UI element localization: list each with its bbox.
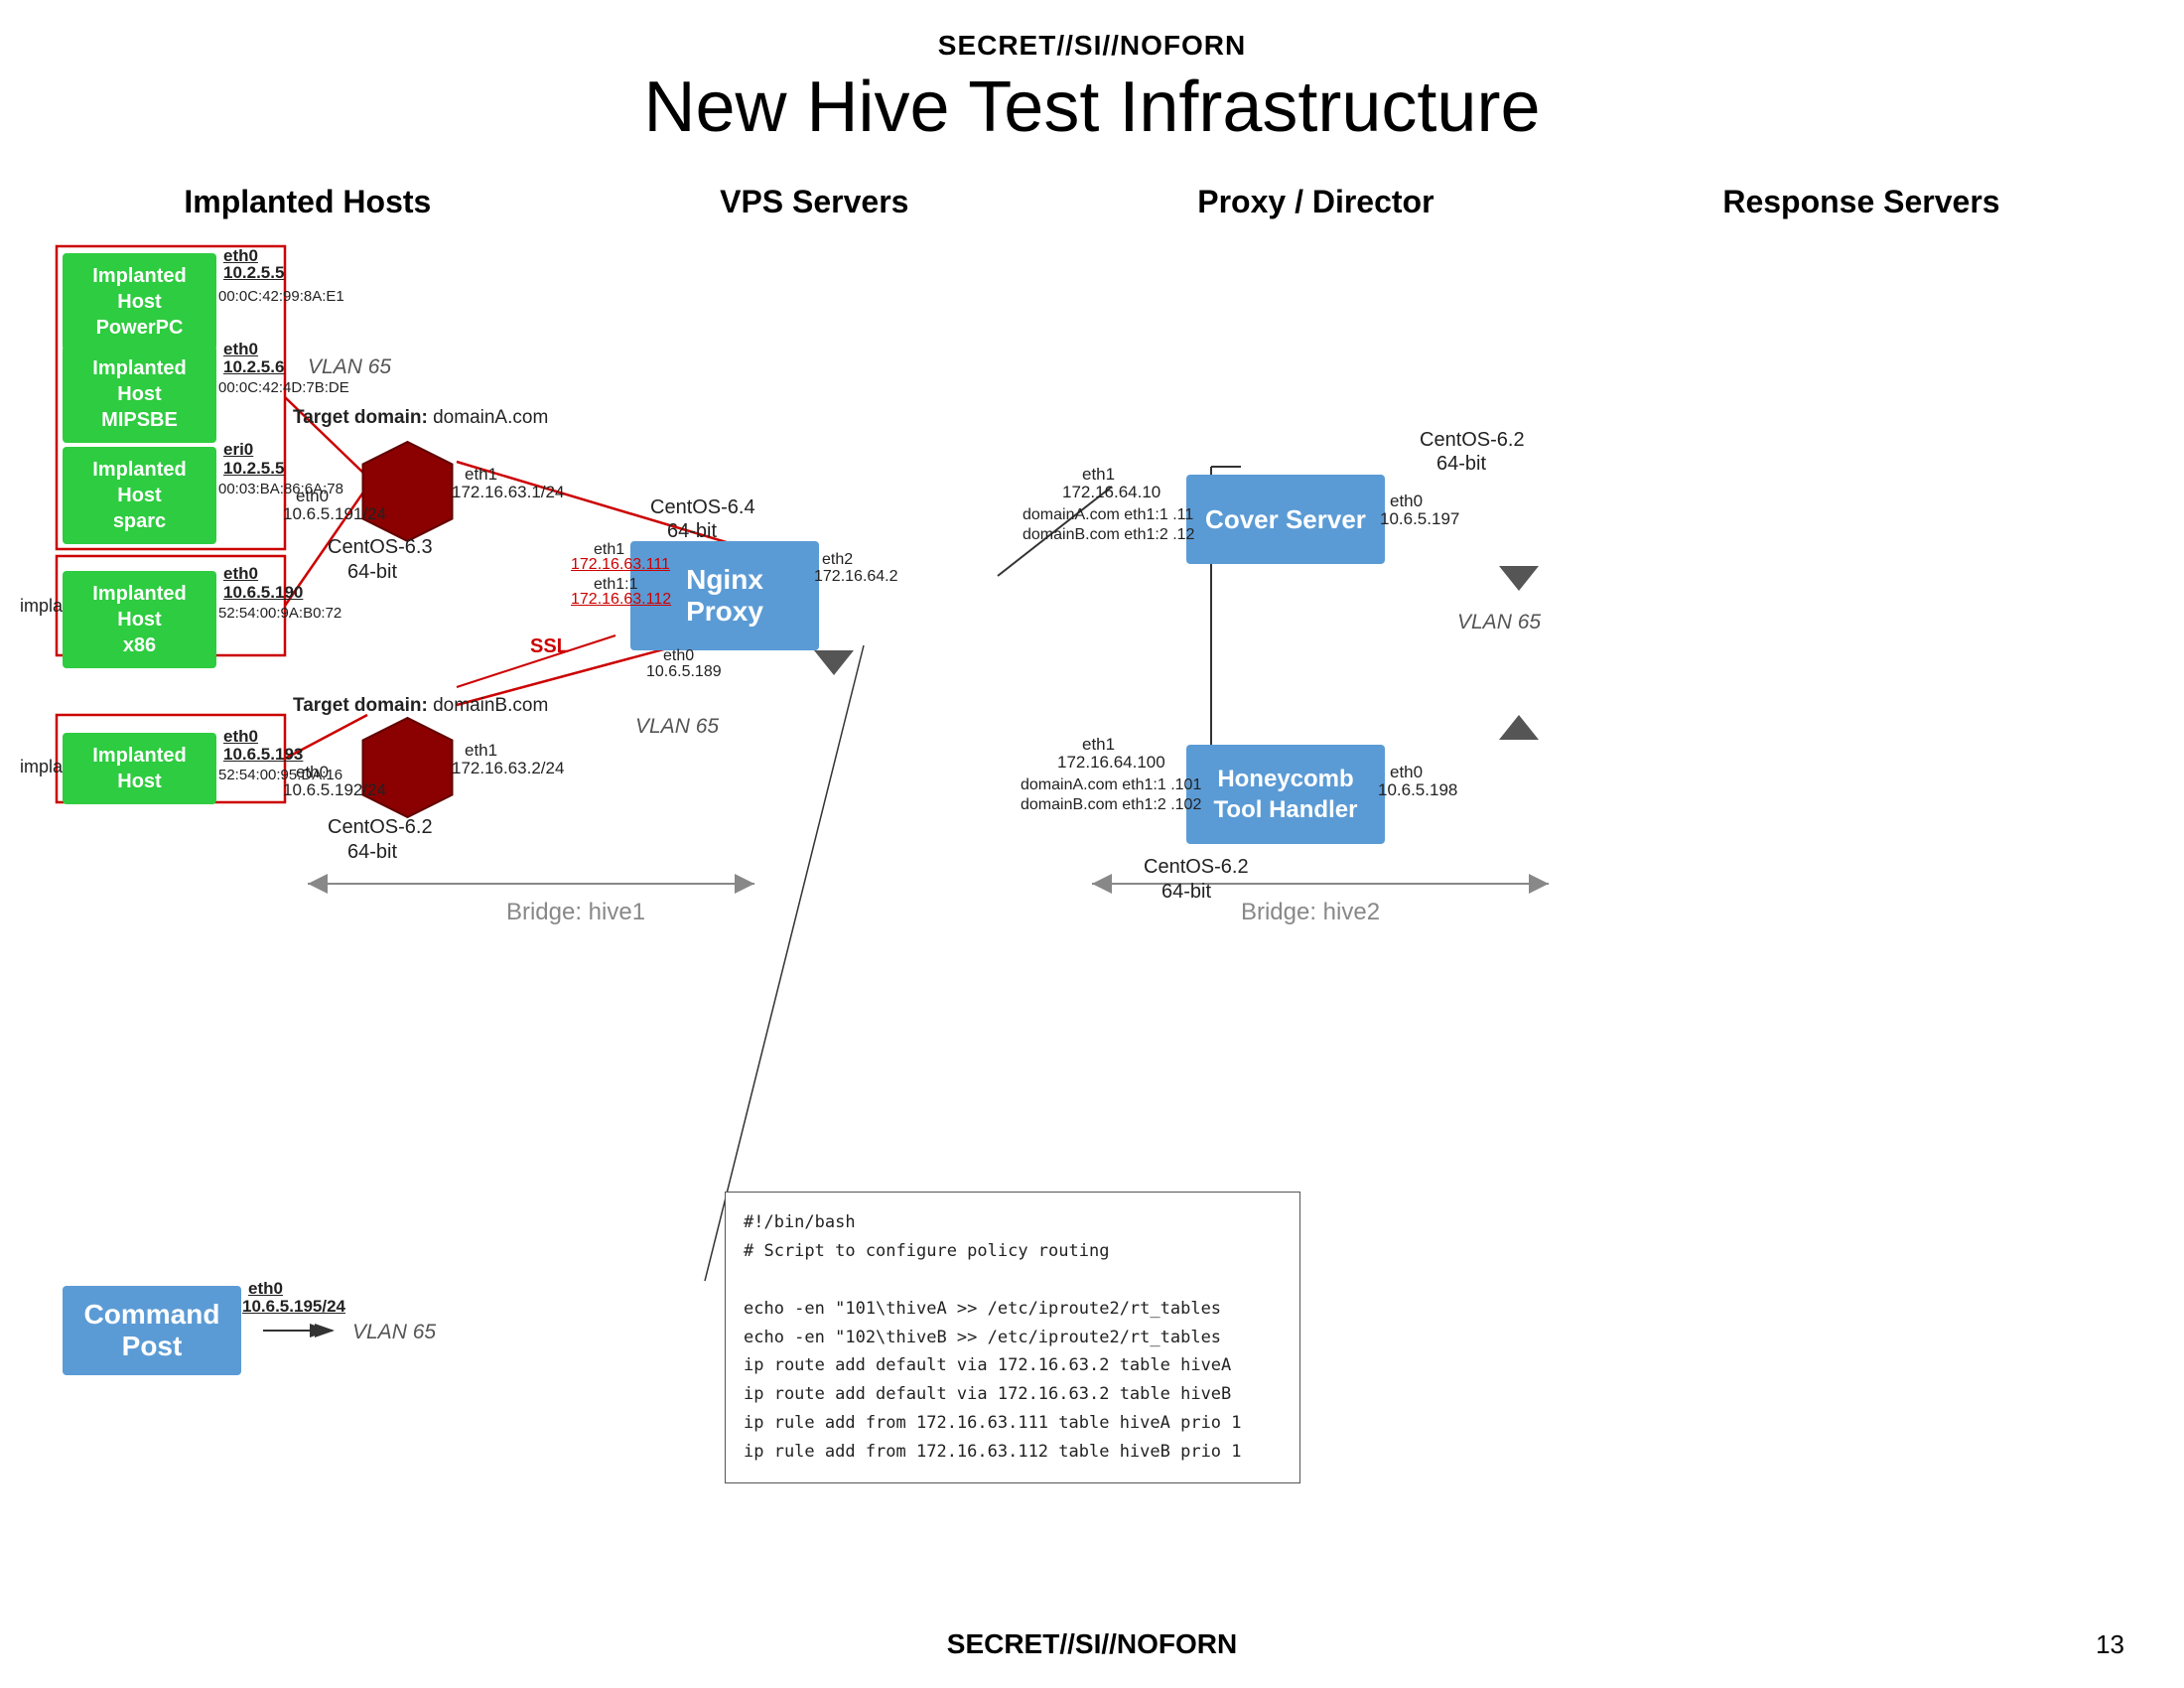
implanted-host-powerpc: ImplantedHostPowerPC [63,253,216,351]
col-header-response-servers: Response Servers [1722,184,1999,220]
vps1-os: CentOS-6.3 [328,536,433,559]
vps1-eth1-ip: 172.16.63.1/24 [452,483,564,502]
vps1-eth0-ip: 10.6.5.191/24 [283,504,386,524]
host-x86-ip: 10.6.5.190 [223,583,303,603]
vlan-label-1: VLAN 65 [308,355,391,379]
proxy-bits: 64-bit [667,520,717,543]
classification-bottom: SECRET//SI//NOFORN [0,1628,2184,1660]
cover-os: CentOS-6.2 [1420,429,1525,452]
honeycomb-eth0: eth0 [1390,763,1423,782]
vps1-target-domain-label: Target domain: domainA.com [293,407,548,429]
col-header-proxy: Proxy / Director [1197,184,1433,220]
code-line4: echo -en "101\thiveA >> /etc/iproute2/rt… [744,1295,1282,1324]
host-sparc-ip: 10.2.5.5 [223,459,284,479]
implanted-host-generic: ImplantedHost [63,733,216,804]
vps2-eth1: eth1 [465,741,497,761]
code-line3 [744,1266,1282,1295]
col-header-vps-servers: VPS Servers [720,184,908,220]
host-generic-eth: eth0 [223,727,258,747]
cover-eth1-ip: 172.16.64.10 [1062,483,1160,502]
proxy-eth0-ip: 10.6.5.189 [646,663,722,681]
vps1-eth1: eth1 [465,465,497,485]
bridge-hive2-label: Bridge: hive2 [1122,899,1499,926]
vps1-bits: 64-bit [347,561,397,584]
code-line2: # Script to configure policy routing [744,1237,1282,1266]
command-post-eth: eth0 [248,1279,283,1299]
host-mipsbe-mac: 00:0C:42:4D:7B:DE [218,379,349,396]
vlan-label-response: VLAN 65 [1457,611,1541,634]
honeycomb-os: CentOS-6.2 [1144,856,1249,879]
code-line6: ip route add default via 172.16.63.2 tab… [744,1351,1282,1380]
code-line5: echo -en "102\thiveB >> /etc/iproute2/rt… [744,1324,1282,1352]
command-post-ip: 10.6.5.195/24 [242,1297,345,1317]
host-x86-mac: 52:54:00:9A:B0:72 [218,605,341,622]
command-post-box: CommandPost [63,1286,241,1375]
classification-top: SECRET//SI//NOFORN [0,30,2184,62]
col-header-implanted-hosts: Implanted Hosts [184,184,431,220]
host-x86-eth: eth0 [223,564,258,584]
implanted-host-sparc: ImplantedHostsparc [63,447,216,544]
cover-eth1: eth1 [1082,465,1115,485]
code-line7: ip route add default via 172.16.63.2 tab… [744,1380,1282,1409]
honeycomb-eth1-1: domainA.com eth1:1 .101 [1021,776,1201,794]
cover-eth0: eth0 [1390,492,1423,511]
host-mipsbe-ip: 10.2.5.6 [223,357,284,377]
bridge-hive1-label: Bridge: hive1 [387,899,764,926]
host-generic-ip: 10.6.5.193 [223,745,303,765]
implanted-host-x86: ImplantedHostx86 [63,571,216,668]
ssl-label: SSL [530,635,569,658]
honeycomb-eth1-ip: 172.16.64.100 [1057,753,1165,773]
vlan-label-proxy: VLAN 65 [635,715,719,739]
cover-bits: 64-bit [1436,453,1486,476]
honeycomb-eth0-ip: 10.6.5.198 [1378,780,1457,800]
code-line9: ip rule add from 172.16.63.112 table hiv… [744,1438,1282,1467]
vps1-eth0: eth0 [296,487,329,506]
cover-eth1-1: domainA.com eth1:1 .11 [1023,506,1193,524]
honeycomb-eth1: eth1 [1082,735,1115,755]
proxy-eth2-ip: 172.16.64.2 [814,568,898,586]
host-powerpc-ip: 10.2.5.5 [223,263,284,283]
page-title: New Hive Test Infrastructure [0,67,2184,148]
page-number: 13 [2096,1629,2124,1660]
vps2-eth0: eth0 [296,763,329,782]
proxy-eth1-ip: 172.16.63.111 [571,556,670,574]
cover-eth1-2: domainB.com eth1:2 .12 [1023,526,1194,544]
vps2-os: CentOS-6.2 [328,816,433,839]
implanted-host-mipsbe: ImplantedHostMIPSBE [63,346,216,443]
vps2-bits: 64-bit [347,841,397,864]
proxy-eth2: eth2 [822,551,853,569]
code-line1: #!/bin/bash [744,1208,1282,1237]
host-sparc-eth: eri0 [223,440,253,460]
proxy-eth1-1-ip: 172.16.63.112 [571,591,671,609]
honeycomb-eth1-2: domainB.com eth1:2 .102 [1021,796,1201,814]
host-powerpc-mac: 00:0C:42:99:8A:E1 [218,288,344,305]
vps2-eth0-ip: 10.6.5.192/24 [283,780,386,800]
vps2-eth1-ip: 172.16.63.2/24 [452,759,564,778]
honeycomb-box: HoneycombTool Handler [1186,745,1385,844]
proxy-os: CentOS-6.4 [650,496,755,519]
cover-eth0-ip: 10.6.5.197 [1380,509,1459,529]
host-mipsbe-eth: eth0 [223,340,258,359]
command-post-vlan: VLAN 65 [352,1321,436,1344]
code-box: #!/bin/bash # Script to configure policy… [725,1192,1300,1483]
cover-server-box: Cover Server [1186,475,1385,564]
code-line8: ip rule add from 172.16.63.111 table hiv… [744,1409,1282,1438]
